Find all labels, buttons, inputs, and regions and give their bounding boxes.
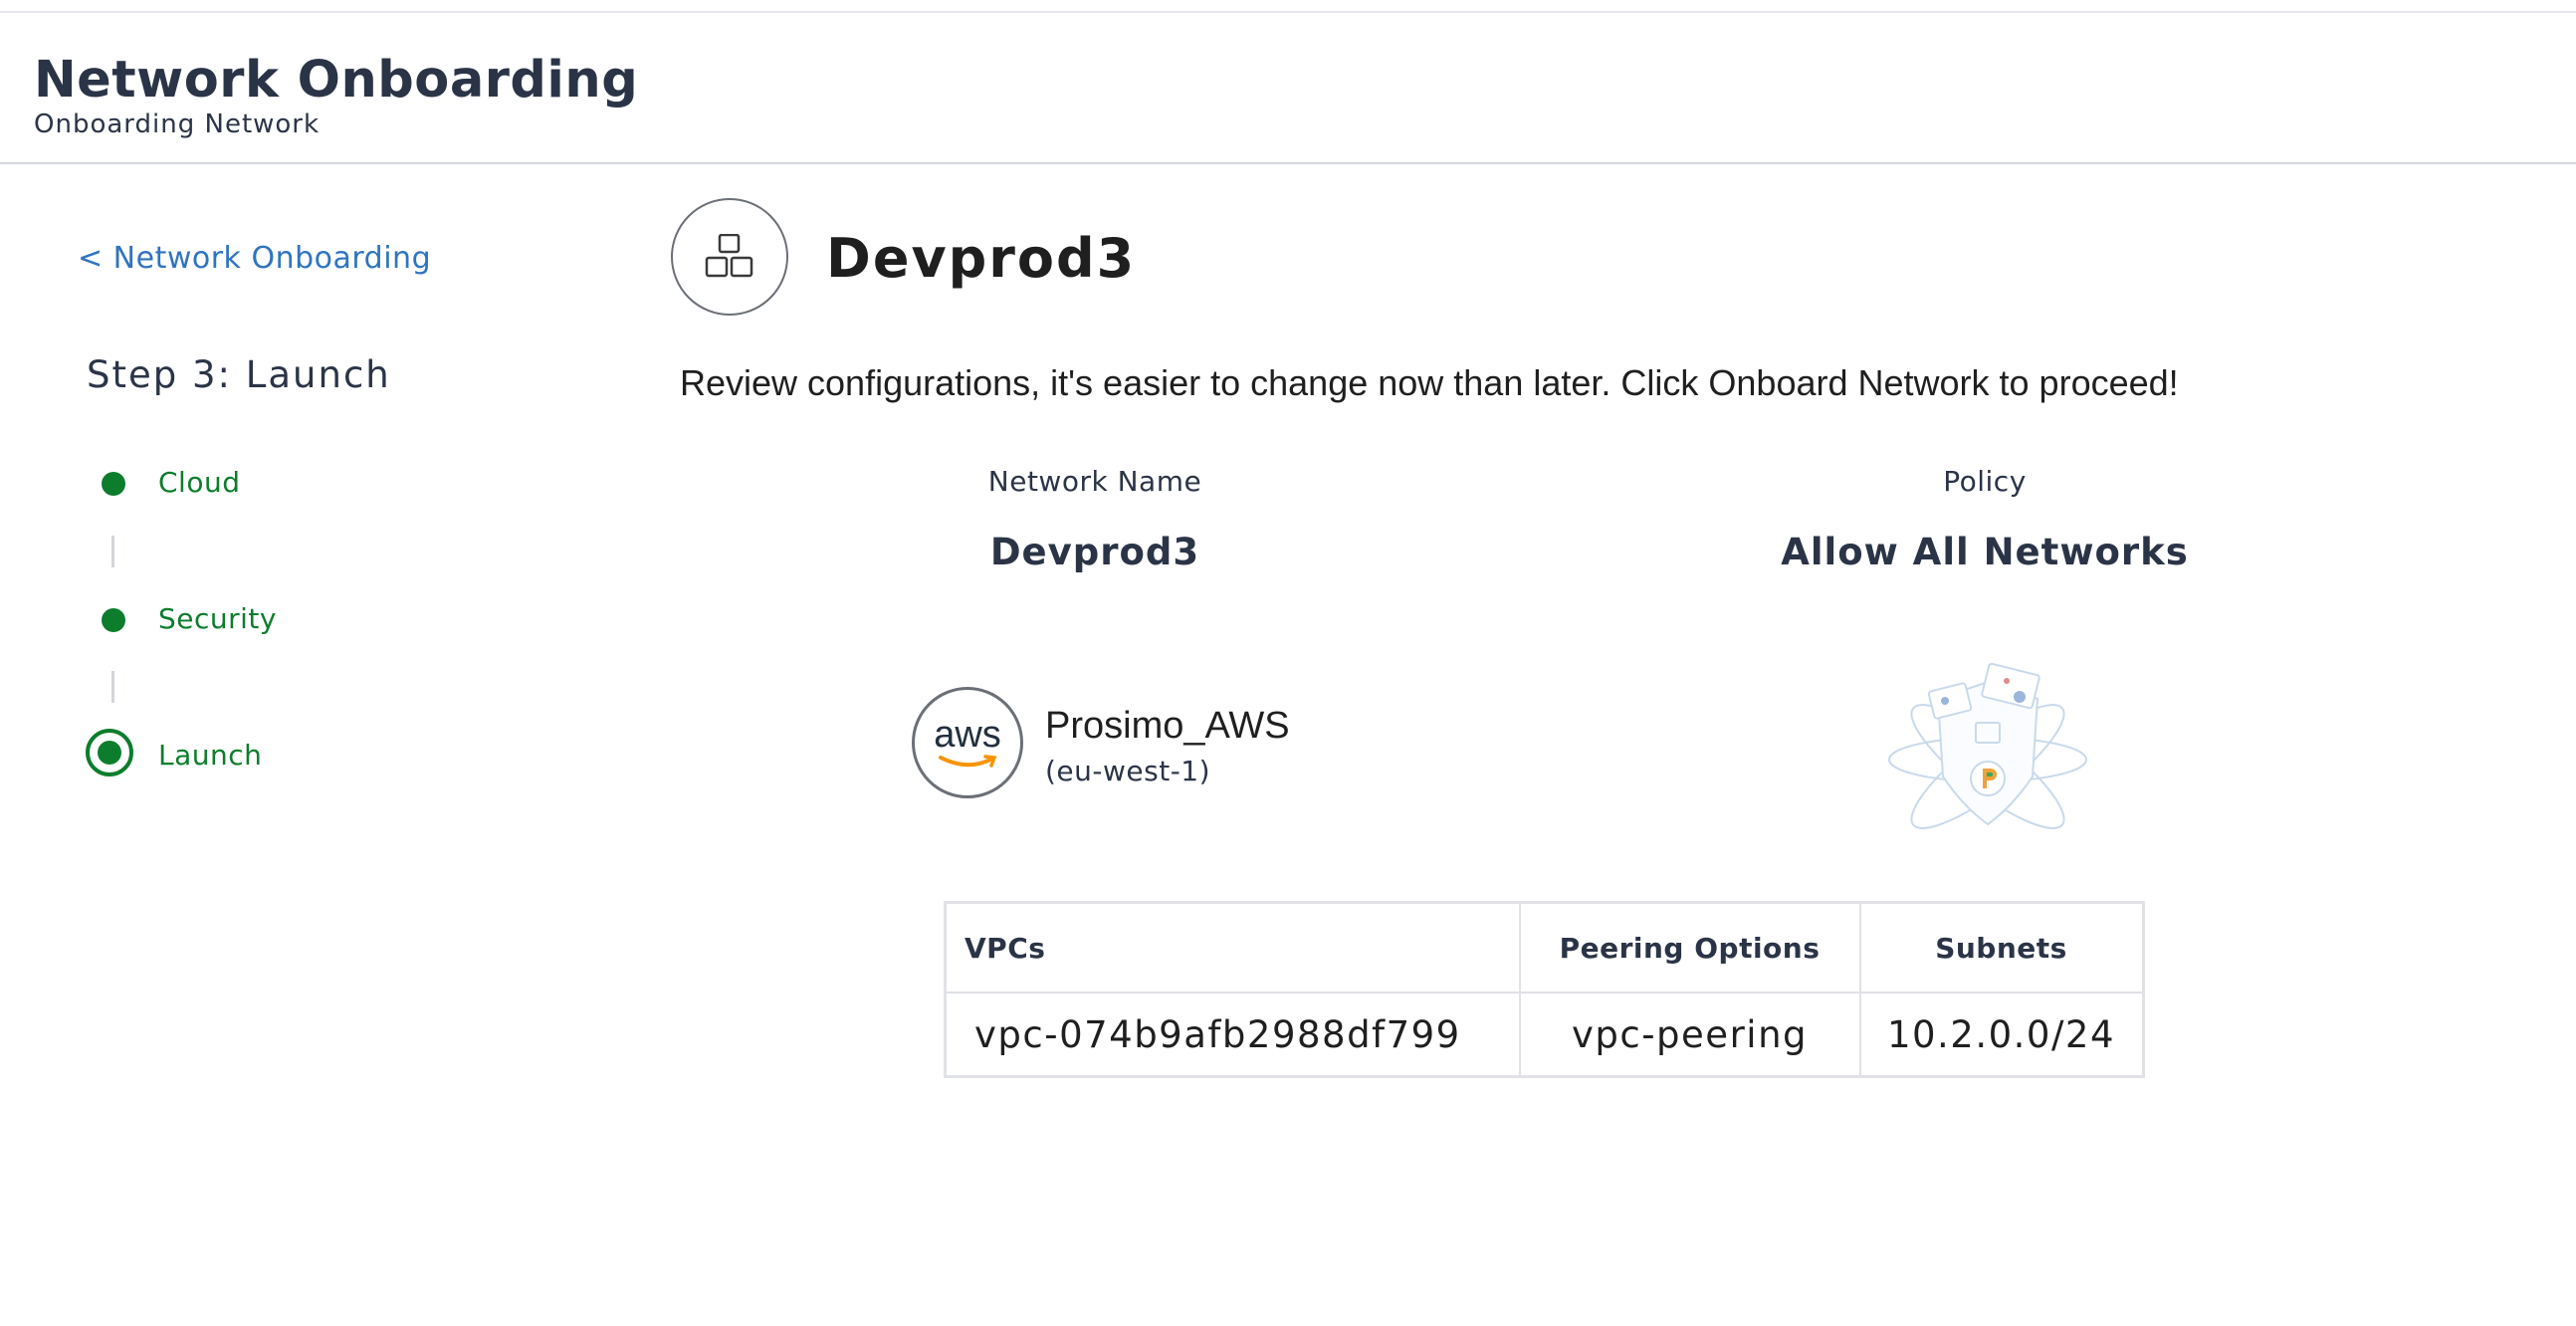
vpc-table: VPCs Peering Options Subnets vpc-074b9af… — [944, 901, 2145, 1078]
subnet-cell: 10.2.0.0/24 — [1858, 992, 2144, 1078]
vpc-id-cell: vpc-074b9afb2988df799 — [944, 992, 1521, 1078]
table-row: vpc-074b9afb2988df799 vpc-peering 10.2.0… — [944, 992, 2144, 1078]
page-subtitle: Onboarding Network — [34, 110, 321, 139]
policy-value: Allow All Networks — [1781, 531, 2189, 573]
page-header: Network Onboarding Onboarding Network — [0, 13, 2576, 164]
step-label-launch: Launch — [158, 739, 263, 772]
column-header-peering-options: Peering Options — [1518, 901, 1861, 994]
aws-logo: aws — [912, 687, 1023, 798]
step-current-ring-icon — [86, 729, 133, 776]
peering-option-cell: vpc-peering — [1518, 992, 1861, 1078]
step-connector — [111, 671, 114, 703]
back-to-network-onboarding-link[interactable]: < Network Onboarding — [78, 241, 431, 276]
network-blocks-icon — [671, 198, 788, 316]
step-label-cloud: Cloud — [158, 466, 241, 499]
shield-policy-illustration — [1888, 662, 2087, 829]
cloud-region: (eu-west-1) — [1045, 755, 1211, 787]
aws-smile-icon — [939, 755, 997, 768]
network-name-label: Network Name — [987, 465, 1202, 498]
step-title: Step 3: Launch — [87, 353, 391, 396]
page-title: Network Onboarding — [34, 51, 639, 110]
cloud-account-name: Prosimo_AWS — [1045, 705, 1290, 747]
column-header-vpcs: VPCs — [944, 901, 1521, 994]
step-complete-dot-icon — [102, 608, 125, 632]
table-header-row: VPCs Peering Options Subnets — [944, 901, 2144, 994]
step-connector — [111, 536, 114, 567]
review-instructions: Review configurations, it's easier to ch… — [680, 362, 2179, 403]
network-name-value: Devprod3 — [989, 531, 1200, 573]
network-title: Devprod3 — [826, 227, 1137, 290]
step-label-security: Security — [158, 602, 277, 635]
column-header-subnets: Subnets — [1858, 901, 2144, 994]
step-complete-dot-icon — [102, 472, 125, 496]
policy-label: Policy — [1943, 465, 2027, 498]
